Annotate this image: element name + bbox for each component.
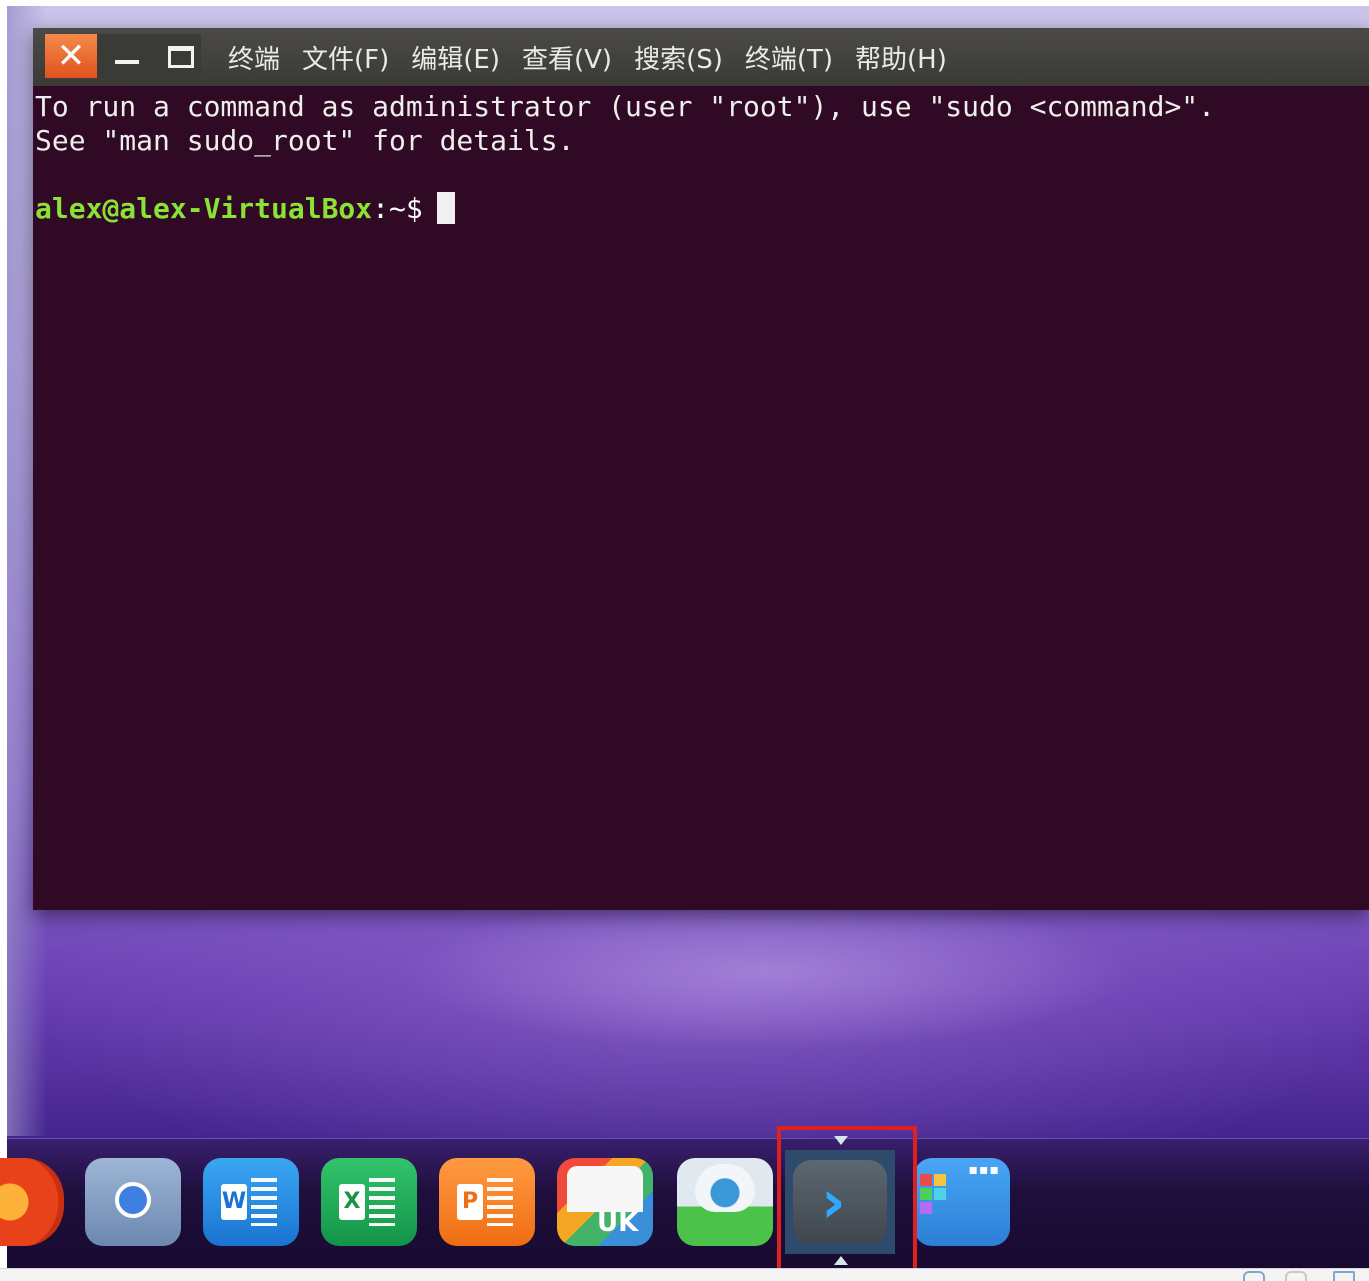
mascot-head — [695, 1164, 755, 1212]
powerpoint-letter: P — [457, 1184, 483, 1220]
dots-icon: ▪▪▪ — [968, 1162, 1000, 1178]
powerpoint-glyph: P — [457, 1178, 515, 1226]
menu-bar: 终端 文件(F) 编辑(E) 查看(V) 搜索(S) 终端(T) 帮助(H) — [228, 28, 969, 86]
maximize-button[interactable] — [157, 34, 201, 78]
word-icon[interactable]: W — [203, 1158, 299, 1246]
bag-shape — [567, 1166, 643, 1212]
word-lines — [251, 1178, 277, 1226]
status-strip — [0, 1268, 1369, 1281]
chromium-icon[interactable] — [85, 1158, 181, 1246]
app-launcher-icon[interactable]: ▪▪▪ — [914, 1158, 1010, 1246]
app-grid-icon — [920, 1174, 948, 1214]
terminal-line: See "man sudo_root" for details. — [35, 124, 575, 157]
excel-letter: X — [339, 1184, 365, 1220]
excel-glyph: X — [339, 1178, 397, 1226]
close-icon: ✕ — [56, 36, 86, 76]
tray-icon[interactable] — [1285, 1271, 1307, 1281]
word-glyph: W — [221, 1178, 279, 1226]
excel-lines — [369, 1178, 395, 1226]
window-controls: ✕ — [45, 34, 201, 78]
powerpoint-lines — [487, 1178, 513, 1226]
uk-label: UK — [597, 1208, 639, 1238]
menu-help[interactable]: 帮助(H) — [855, 39, 947, 76]
prompt-path: :~$ — [372, 192, 423, 225]
menu-view[interactable]: 查看(V) — [522, 39, 612, 76]
tray-icon[interactable] — [1333, 1271, 1355, 1281]
menu-terminal[interactable]: 终端(T) — [745, 39, 833, 76]
prompt-user: alex@alex-VirtualBox — [35, 192, 373, 225]
menu-file[interactable]: 文件(F) — [302, 39, 389, 76]
menu-search[interactable]: 搜索(S) — [634, 39, 723, 76]
prompt-line: alex@alex-VirtualBox:~$ — [35, 192, 1365, 226]
powerpoint-icon[interactable]: P — [439, 1158, 535, 1246]
word-letter: W — [221, 1184, 247, 1220]
excel-icon[interactable]: X — [321, 1158, 417, 1246]
minimize-button[interactable] — [105, 34, 149, 78]
text-cursor — [436, 192, 455, 224]
annotation-highlight-box — [777, 1126, 917, 1280]
mascot-app-icon[interactable] — [677, 1158, 773, 1246]
chromium-ring — [115, 1182, 151, 1218]
screen: ✕ 终端 文件(F) 编辑(E) 查看(V) 搜索(S) 终端(T) 帮助(H)… — [0, 0, 1369, 1281]
terminal-output[interactable]: To run a command as administrator (user … — [35, 90, 1365, 226]
menu-edit[interactable]: 编辑(E) — [411, 39, 500, 76]
window-title: 终端 — [228, 44, 281, 75]
terminal-titlebar[interactable]: ✕ 终端 文件(F) 编辑(E) 查看(V) 搜索(S) 终端(T) 帮助(H) — [33, 28, 1369, 86]
tray-icon[interactable] — [1243, 1271, 1265, 1281]
ubuntu-kylin-software-icon[interactable]: UK — [557, 1158, 653, 1246]
terminal-line: To run a command as administrator (user … — [35, 90, 1216, 123]
close-button[interactable]: ✕ — [45, 34, 97, 78]
terminal-window[interactable]: ✕ 终端 文件(F) 编辑(E) 查看(V) 搜索(S) 终端(T) 帮助(H)… — [33, 28, 1369, 910]
